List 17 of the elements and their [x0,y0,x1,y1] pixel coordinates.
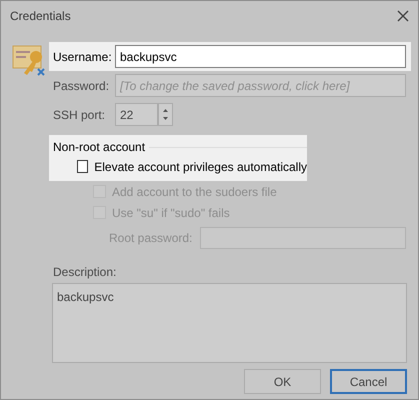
checkbox-label: Elevate account privileges automatically [94,158,307,176]
field-label: Description: [52,264,118,281]
username-field[interactable]: backupsvc [115,45,406,68]
password-field[interactable]: [To change the saved password, click here] [115,74,406,97]
close-icon[interactable] [397,10,409,22]
group-title: Non-root account [53,139,146,156]
spin-buttons[interactable] [158,103,173,126]
description-field[interactable]: backupsvc [52,283,407,363]
window-title: Credentials [10,8,71,25]
key-card-icon [12,43,46,77]
field-label: SSH port: [53,106,106,124]
dialog-button[interactable]: OK [244,369,321,394]
dialog-button[interactable]: Cancel [330,369,407,394]
field-label: Password: [53,78,110,94]
field-label: Username: [53,48,113,66]
checkbox[interactable] [77,160,88,173]
port-field[interactable]: 22 [115,103,158,126]
